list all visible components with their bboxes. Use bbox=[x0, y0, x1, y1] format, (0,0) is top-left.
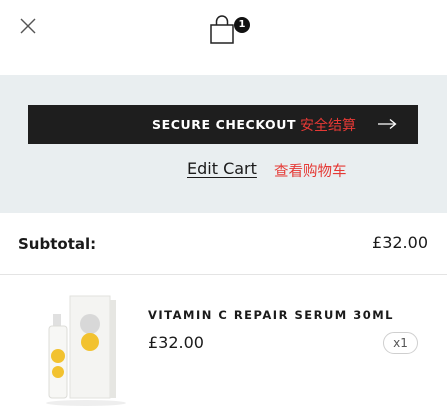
arrow-right-icon bbox=[378, 118, 397, 130]
quantity-badge: x1 bbox=[383, 332, 418, 354]
cart-header: 1 bbox=[0, 0, 447, 75]
shopping-bag-button[interactable]: 1 bbox=[208, 14, 250, 46]
cart-count-badge: 1 bbox=[234, 17, 250, 33]
checkout-label-cn: 安全结算 bbox=[300, 118, 356, 134]
product-name[interactable]: VITAMIN C REPAIR SERUM 30ML bbox=[148, 308, 394, 322]
secure-checkout-button[interactable]: SECURE CHECKOUT 安全结算 bbox=[28, 105, 418, 144]
subtotal-row: Subtotal: £32.00 bbox=[0, 213, 447, 275]
edit-cart-label-cn: 查看购物车 bbox=[274, 164, 347, 180]
edit-cart-link[interactable]: Edit Cart bbox=[187, 159, 257, 178]
subtotal-value: £32.00 bbox=[372, 233, 428, 252]
cart-line-item: VITAMIN C REPAIR SERUM 30ML £32.00 x1 bbox=[0, 276, 447, 420]
cart-actions-panel: SECURE CHECKOUT 安全结算 Edit Cart 查看购物车 bbox=[0, 75, 447, 213]
subtotal-label: Subtotal: bbox=[18, 235, 97, 253]
product-price: £32.00 bbox=[148, 333, 204, 352]
checkout-label: SECURE CHECKOUT bbox=[152, 117, 297, 132]
shopping-bag-icon bbox=[210, 15, 234, 44]
product-image bbox=[46, 295, 126, 406]
close-icon[interactable] bbox=[18, 16, 38, 36]
edit-cart-row: Edit Cart 查看购物车 bbox=[0, 159, 447, 183]
